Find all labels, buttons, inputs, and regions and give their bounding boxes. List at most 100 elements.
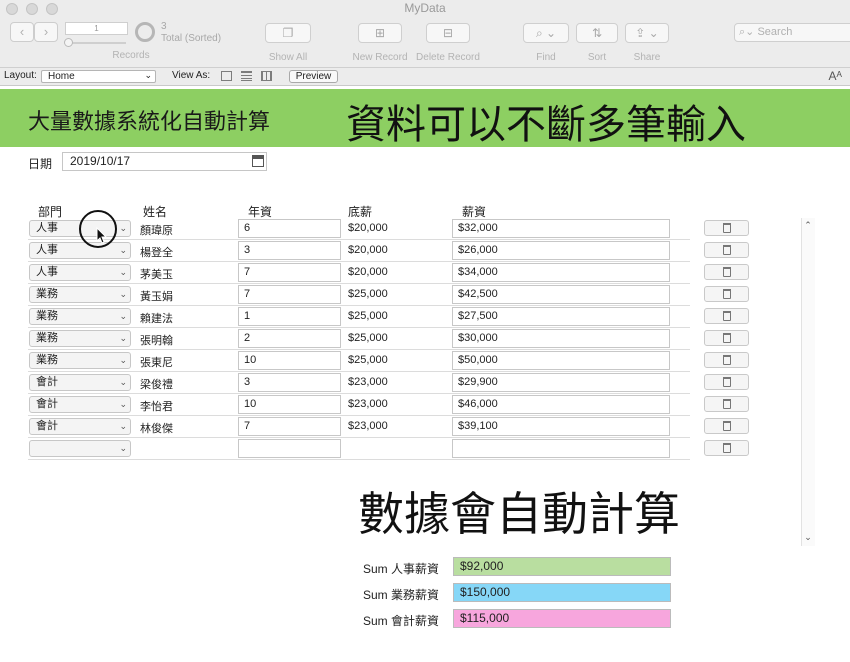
name-field: 賴建法 bbox=[140, 313, 173, 325]
new-record-button[interactable]: ⊞ New Record bbox=[348, 23, 412, 63]
salary-field[interactable]: $30,000 bbox=[452, 329, 670, 348]
preview-button[interactable]: Preview bbox=[289, 70, 338, 83]
banner-left-text: 大量數據系統化自動計算 bbox=[28, 110, 271, 135]
table-row: 會計 ⌄ 李怡君 10 $23,000 $46,000 bbox=[28, 394, 690, 416]
base-salary: $25,000 bbox=[348, 310, 388, 322]
chevron-down-icon: ⌄ bbox=[119, 443, 127, 453]
dept-dropdown[interactable]: 業務 ⌄ bbox=[29, 308, 131, 325]
name-field: 顏瑋原 bbox=[140, 225, 173, 237]
trash-icon bbox=[723, 289, 731, 299]
base-salary: $23,000 bbox=[348, 398, 388, 410]
dept-dropdown[interactable]: 業務 ⌄ bbox=[29, 286, 131, 303]
records-label: Records bbox=[112, 50, 150, 61]
sort-button[interactable]: ⇅ Sort bbox=[574, 23, 620, 63]
years-input[interactable]: 10 bbox=[238, 351, 341, 370]
delete-row-button[interactable] bbox=[704, 286, 749, 302]
delete-row-button[interactable] bbox=[704, 352, 749, 368]
portal-scrollbar[interactable] bbox=[801, 218, 815, 546]
years-input[interactable]: 1 bbox=[238, 307, 341, 326]
record-slider-knob[interactable] bbox=[64, 38, 73, 47]
sum-value-accounting: $115,000 bbox=[453, 609, 671, 628]
dept-value: 業務 bbox=[36, 354, 58, 366]
years-input[interactable]: 10 bbox=[238, 395, 341, 414]
scroll-up-icon[interactable]: ⌃ bbox=[802, 220, 814, 231]
salary-field[interactable]: $26,000 bbox=[452, 241, 670, 260]
delete-row-button[interactable] bbox=[704, 330, 749, 346]
dept-dropdown[interactable]: 會計 ⌄ bbox=[29, 418, 131, 435]
sum-value-hr: $92,000 bbox=[453, 557, 671, 576]
years-input[interactable]: 6 bbox=[238, 219, 341, 238]
base-salary: $20,000 bbox=[348, 244, 388, 256]
delete-row-button[interactable] bbox=[704, 418, 749, 434]
delete-row-button[interactable] bbox=[704, 308, 749, 324]
chevron-down-icon: ⌄ bbox=[119, 333, 127, 343]
layout-select[interactable]: Home ⌄ bbox=[41, 70, 156, 83]
search-input[interactable]: ⌕⌄ Search bbox=[734, 23, 850, 42]
dept-dropdown[interactable]: 業務 ⌄ bbox=[29, 352, 131, 369]
dept-dropdown[interactable]: 業務 ⌄ bbox=[29, 330, 131, 347]
years-input[interactable]: 7 bbox=[238, 263, 341, 282]
base-salary: $20,000 bbox=[348, 222, 388, 234]
chevron-down-icon: ⌄ bbox=[119, 421, 127, 431]
table-view-icon[interactable] bbox=[261, 71, 272, 81]
delete-row-button[interactable] bbox=[704, 220, 749, 236]
salary-field[interactable]: $27,500 bbox=[452, 307, 670, 326]
share-button[interactable]: ⇪ ⌄ Share bbox=[624, 23, 670, 63]
dept-value: 業務 bbox=[36, 310, 58, 322]
search-icon: ⌕⌄ bbox=[739, 26, 755, 38]
salary-field[interactable]: $39,100 bbox=[452, 417, 670, 436]
salary-field[interactable]: $50,000 bbox=[452, 351, 670, 370]
years-input[interactable]: 3 bbox=[238, 241, 341, 260]
share-label: Share bbox=[633, 52, 661, 63]
delete-row-button[interactable] bbox=[704, 264, 749, 280]
name-field: 李怡君 bbox=[140, 401, 173, 413]
chevron-down-icon: ⌄ bbox=[119, 245, 127, 255]
scroll-down-icon[interactable]: ⌄ bbox=[802, 532, 814, 543]
layout-value: Home bbox=[48, 71, 75, 82]
dept-value: 人事 bbox=[36, 222, 58, 234]
find-button[interactable]: ⌕ ⌄ Find bbox=[520, 23, 572, 63]
show-all-icon: ❐ bbox=[265, 23, 311, 43]
delete-row-button[interactable] bbox=[704, 374, 749, 390]
salary-field[interactable]: $29,900 bbox=[452, 373, 670, 392]
record-slider[interactable] bbox=[66, 42, 126, 44]
next-record-button[interactable]: › bbox=[34, 22, 58, 42]
current-record-field[interactable]: 1 bbox=[65, 22, 128, 35]
calendar-icon[interactable] bbox=[252, 155, 264, 167]
dept-dropdown[interactable]: ⌄ bbox=[29, 440, 131, 457]
years-input[interactable]: 2 bbox=[238, 329, 341, 348]
years-input[interactable] bbox=[238, 439, 341, 458]
salary-field[interactable]: $42,500 bbox=[452, 285, 670, 304]
salary-field[interactable]: $34,000 bbox=[452, 263, 670, 282]
name-field: 楊登全 bbox=[140, 247, 173, 259]
years-input[interactable]: 7 bbox=[238, 285, 341, 304]
delete-row-button[interactable] bbox=[704, 440, 749, 456]
show-all-button[interactable]: ❐ Show All bbox=[262, 23, 314, 63]
dept-value: 會計 bbox=[36, 420, 58, 432]
dept-dropdown[interactable]: 會計 ⌄ bbox=[29, 396, 131, 413]
list-view-icon[interactable] bbox=[241, 71, 252, 81]
sum-value-sales: $150,000 bbox=[453, 583, 671, 602]
dept-dropdown[interactable]: 會計 ⌄ bbox=[29, 374, 131, 391]
dept-value: 會計 bbox=[36, 398, 58, 410]
sort-label: Sort bbox=[587, 52, 607, 63]
table-row: 業務 ⌄ 賴建法 1 $25,000 $27,500 bbox=[28, 306, 690, 328]
delete-record-button[interactable]: ⊟ Delete Record bbox=[412, 23, 484, 63]
salary-field[interactable]: $32,000 bbox=[452, 219, 670, 238]
salary-field[interactable] bbox=[452, 439, 670, 458]
trash-icon bbox=[723, 267, 731, 277]
chevron-left-icon: ‹ bbox=[19, 24, 25, 39]
delete-row-button[interactable] bbox=[704, 396, 749, 412]
years-input[interactable]: 7 bbox=[238, 417, 341, 436]
text-size-icon[interactable]: Aᴬ bbox=[829, 69, 842, 83]
delete-row-button[interactable] bbox=[704, 242, 749, 258]
previous-record-button[interactable]: ‹ bbox=[10, 22, 34, 42]
dept-dropdown[interactable]: 人事 ⌄ bbox=[29, 264, 131, 281]
form-view-icon[interactable] bbox=[221, 71, 232, 81]
trash-icon bbox=[723, 421, 731, 431]
salary-field[interactable]: $46,000 bbox=[452, 395, 670, 414]
date-field[interactable]: 2019/10/17 bbox=[62, 152, 267, 171]
years-input[interactable]: 3 bbox=[238, 373, 341, 392]
chevron-down-icon: ⌄ bbox=[144, 70, 152, 80]
dept-dropdown[interactable]: 人事 ⌄ bbox=[29, 242, 131, 259]
